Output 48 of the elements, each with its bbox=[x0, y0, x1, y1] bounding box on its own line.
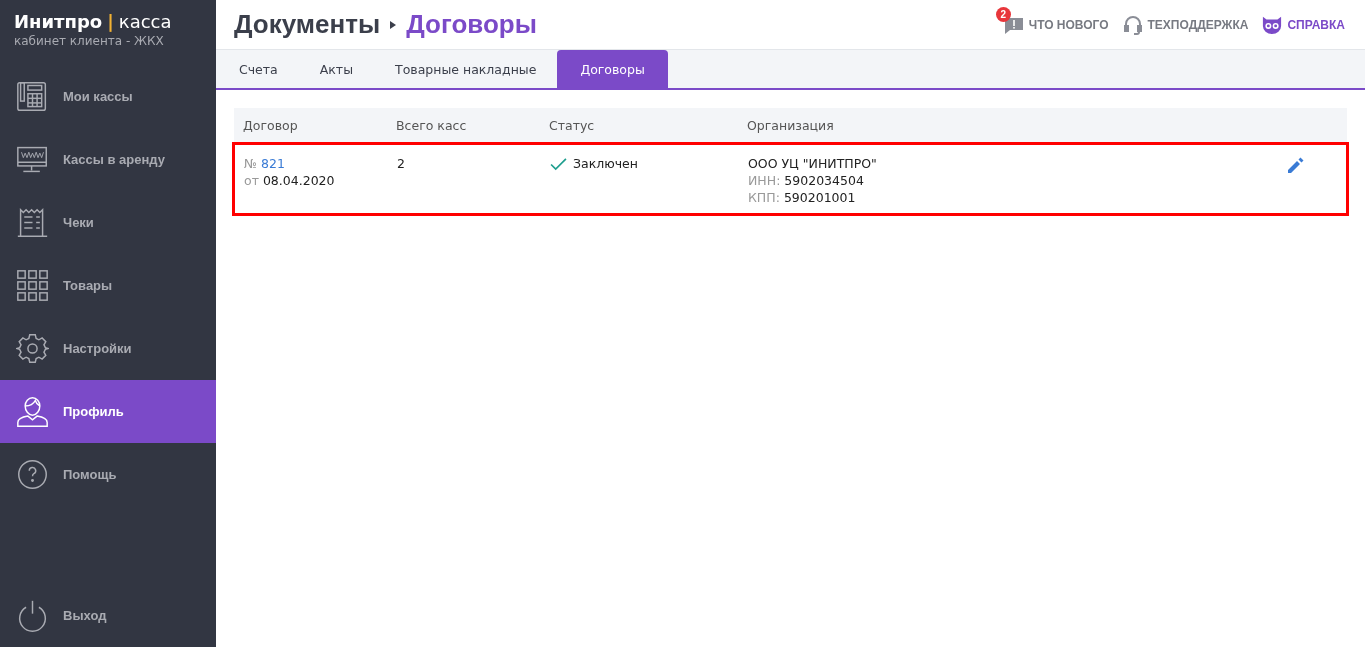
sidebar-item[interactable]: Профиль bbox=[0, 380, 216, 443]
column-header: Договор bbox=[243, 117, 299, 133]
contract-link[interactable]: 821 bbox=[261, 156, 285, 171]
header-link[interactable]: 2 ЧТО НОВОГО bbox=[995, 6, 1109, 35]
kpp-value: 590201001 bbox=[783, 190, 856, 205]
column-header: Всего касс bbox=[396, 117, 468, 133]
brand-name: Инитпро bbox=[14, 10, 103, 34]
help-icon bbox=[16, 458, 49, 491]
header-link[interactable]: СПРАВКА bbox=[1262, 14, 1345, 35]
sidebar-item[interactable]: Мои кассы bbox=[0, 65, 216, 128]
brand-separator: | bbox=[107, 10, 114, 34]
number-label: № bbox=[244, 156, 257, 171]
organization-name: ООО УЦ "ИНИТПРО" bbox=[748, 155, 878, 172]
column-header: Статус bbox=[549, 117, 596, 133]
status-text: Заключен bbox=[573, 155, 638, 172]
owl-icon bbox=[1262, 14, 1283, 35]
tab[interactable]: Акты bbox=[298, 50, 374, 88]
sidebar-item[interactable]: Кассы в аренду bbox=[0, 128, 216, 191]
tab[interactable]: Товарные накладные bbox=[374, 50, 558, 88]
tab[interactable]: Договоры bbox=[557, 50, 668, 88]
power-icon bbox=[16, 599, 49, 632]
sidebar-item[interactable]: Чеки bbox=[0, 191, 216, 254]
settings-icon bbox=[16, 332, 49, 365]
inn-value: 5902034504 bbox=[784, 173, 864, 188]
brand-product: касса bbox=[118, 10, 172, 34]
column-header: Организация bbox=[747, 117, 835, 133]
kpp-label: КПП: bbox=[748, 190, 780, 205]
notification-badge: 2 bbox=[995, 6, 1011, 22]
chevron-icon bbox=[390, 20, 397, 29]
breadcrumb-parent[interactable]: Документы bbox=[234, 9, 381, 40]
headset-icon bbox=[1122, 14, 1143, 35]
sidebar-item[interactable]: Помощь bbox=[0, 443, 216, 506]
date-label: от bbox=[244, 173, 259, 188]
breadcrumb-current: Договоры bbox=[406, 9, 537, 40]
sidebar-item[interactable]: Настройки bbox=[0, 317, 216, 380]
receipt-icon bbox=[16, 206, 49, 239]
brand-subtitle: кабинет клиента - ЖКХ bbox=[14, 34, 165, 48]
edit-icon[interactable] bbox=[1286, 155, 1306, 175]
register-count: 2 bbox=[397, 156, 405, 171]
grid-icon bbox=[16, 269, 49, 302]
tab[interactable]: Счета bbox=[218, 50, 299, 88]
sidebar-item[interactable]: Товары bbox=[0, 254, 216, 317]
header-link[interactable]: ТЕХПОДДЕРЖКА bbox=[1122, 14, 1249, 35]
contract-date: 08.04.2020 bbox=[262, 173, 335, 188]
inn-label: ИНН: bbox=[748, 173, 781, 188]
cash-register-icon bbox=[16, 80, 49, 113]
logout-button[interactable]: Выход bbox=[0, 584, 216, 647]
person-icon bbox=[16, 395, 49, 428]
